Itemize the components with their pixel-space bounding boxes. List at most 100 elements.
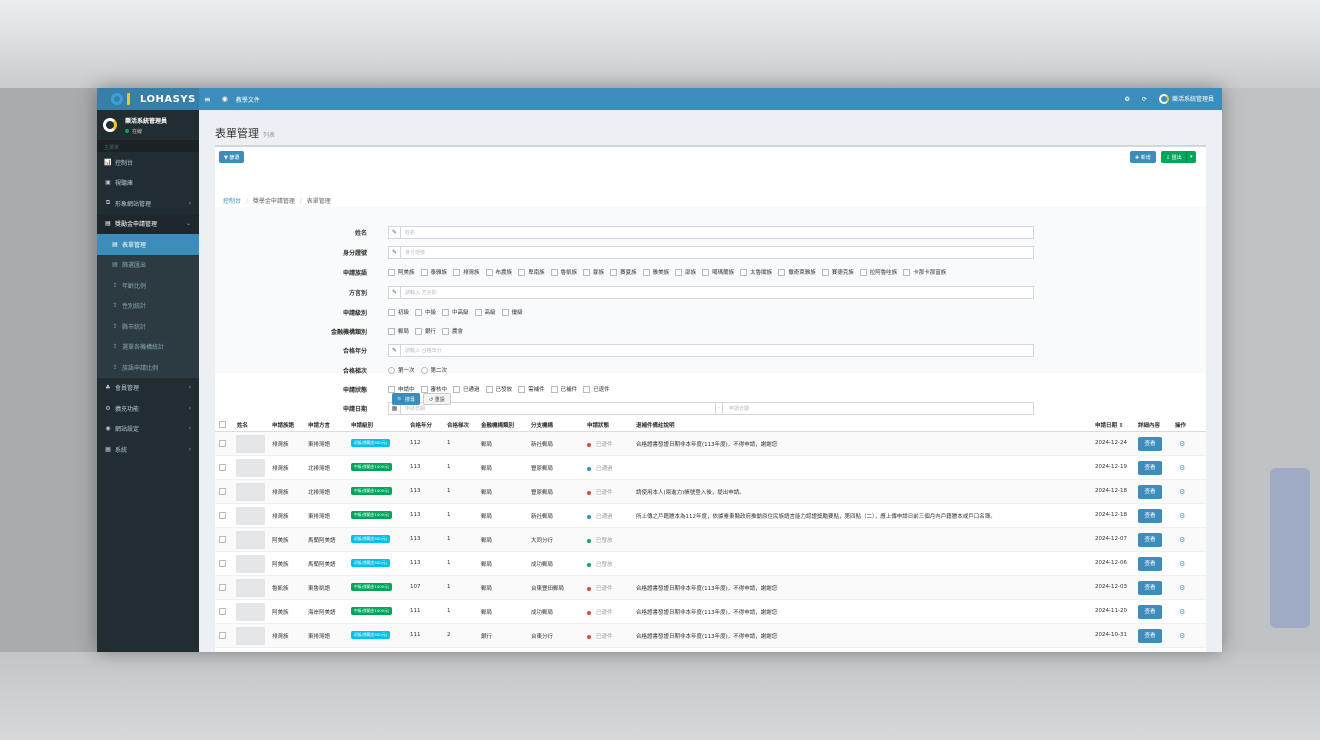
view-button[interactable]: 查看 bbox=[1138, 557, 1162, 571]
tribe-checkbox[interactable]: 布農族 bbox=[485, 268, 512, 276]
hamburger-icon[interactable]: ≡ bbox=[204, 95, 211, 104]
tribe-checkbox[interactable]: 排灣族 bbox=[453, 268, 480, 276]
view-button[interactable]: 查看 bbox=[1138, 461, 1162, 475]
docs-link[interactable]: 教學文件 bbox=[236, 95, 260, 104]
export-dropdown-toggle[interactable]: ▾ bbox=[1186, 151, 1196, 163]
level-checkbox[interactable]: 高級 bbox=[474, 308, 496, 316]
sidebar-item[interactable]: ⇪ 選單各機構統計 bbox=[97, 336, 199, 357]
tribe-checkbox[interactable]: 魯凱族 bbox=[550, 268, 577, 276]
dialect-input[interactable]: ✎ 請輸入 方言別 bbox=[388, 285, 1034, 299]
logo[interactable]: LOHASYS bbox=[97, 88, 199, 110]
gear-icon[interactable]: ⚙ bbox=[1179, 560, 1185, 568]
tribe-checkbox[interactable]: 邵族 bbox=[675, 268, 696, 276]
sidebar-item[interactable]: ⚙ 擴充功能 ‹ bbox=[97, 398, 199, 419]
add-button[interactable]: ✚ 新增 bbox=[1130, 151, 1156, 163]
tribe-checkbox[interactable]: 泰雅族 bbox=[420, 268, 447, 276]
sidebar-item[interactable]: ▣ 視聽庫 bbox=[97, 173, 199, 194]
sidebar-item[interactable]: ▦ 系統 ‹ bbox=[97, 439, 199, 460]
bank-checkbox[interactable]: 農會 bbox=[442, 327, 463, 335]
gear-icon[interactable]: ⚙ bbox=[1179, 632, 1185, 640]
view-button[interactable]: 查看 bbox=[1138, 485, 1162, 499]
tribe-checkbox[interactable]: 賽夏族 bbox=[610, 268, 637, 276]
reset-button[interactable]: ↺ 重設 bbox=[423, 393, 451, 405]
user-menu[interactable]: 樂活系統管理員 bbox=[1158, 94, 1214, 105]
row-checkbox[interactable] bbox=[219, 464, 226, 471]
tribe-checkbox[interactable]: 卡那卡那富族 bbox=[903, 268, 946, 276]
year-input[interactable]: ✎ 請輸入 合格年分 bbox=[388, 343, 1034, 357]
tribe-checkbox[interactable]: 撒奇萊雅族 bbox=[778, 268, 816, 276]
tribe-checkbox[interactable]: 噶瑪蘭族 bbox=[702, 268, 734, 276]
id-input[interactable]: ✎ 身分證號 bbox=[388, 245, 1034, 259]
times-radio[interactable]: 第一次 bbox=[388, 366, 415, 374]
tribe-checkbox[interactable]: 雅美族 bbox=[642, 268, 669, 276]
row-checkbox[interactable] bbox=[219, 632, 226, 639]
tribe-checkbox[interactable]: 阿美族 bbox=[388, 268, 415, 276]
globe-icon[interactable]: ◉ bbox=[222, 95, 228, 103]
row-checkbox[interactable] bbox=[219, 560, 226, 567]
sidebar-item[interactable]: ⇪ 縣市統計 bbox=[97, 316, 199, 337]
sidebar-item[interactable]: ⇪ 年齡比例 bbox=[97, 275, 199, 296]
status-checkbox[interactable]: 需補件 bbox=[518, 385, 545, 393]
breadcrumb-section[interactable]: 獎學金申請管理 bbox=[253, 198, 295, 205]
name-input[interactable]: ✎ 姓名 bbox=[388, 225, 1034, 239]
breadcrumb-home[interactable]: 控制台 bbox=[223, 198, 241, 205]
tribe-checkbox[interactable]: 鄒族 bbox=[583, 268, 604, 276]
row-checkbox[interactable] bbox=[219, 584, 226, 591]
times-radio[interactable]: 第二次 bbox=[420, 366, 447, 374]
select-all-checkbox[interactable] bbox=[219, 421, 226, 428]
sidebar-item[interactable]: ⇪ 族語申請比例 bbox=[97, 357, 199, 378]
view-button[interactable]: 查看 bbox=[1138, 581, 1162, 595]
column-header[interactable]: 申請日期 ⇕ bbox=[1095, 421, 1124, 429]
row-checkbox[interactable] bbox=[219, 488, 226, 495]
sidebar-item[interactable]: ⇪ 性別統計 bbox=[97, 295, 199, 316]
status-checkbox[interactable]: 已發放 bbox=[485, 385, 512, 393]
row-checkbox[interactable] bbox=[219, 512, 226, 519]
tribe-checkbox[interactable]: 卑南族 bbox=[518, 268, 545, 276]
view-button[interactable]: 查看 bbox=[1138, 533, 1162, 547]
view-button[interactable]: 查看 bbox=[1138, 437, 1162, 451]
sidebar-item[interactable]: ▤ 表單管理 bbox=[97, 234, 199, 255]
refresh-icon[interactable]: ⟳ bbox=[1142, 96, 1147, 103]
tribe-checkbox[interactable]: 太魯閣族 bbox=[740, 268, 772, 276]
row-checkbox[interactable] bbox=[219, 440, 226, 447]
status-checkbox[interactable]: 已通過 bbox=[453, 385, 480, 393]
tribe-checkbox[interactable]: 賽德克族 bbox=[821, 268, 854, 276]
status-checkbox[interactable]: 已退件 bbox=[583, 385, 610, 393]
sidebar-item[interactable]: ▤ 獎勵金申請管理 ⌄ bbox=[97, 213, 199, 234]
gear-icon[interactable]: ⚙ bbox=[1179, 536, 1185, 544]
gear-icon[interactable]: ⚙ bbox=[1179, 440, 1185, 448]
help-icon[interactable]: ❂ bbox=[1125, 96, 1130, 103]
gear-icon[interactable]: ⚙ bbox=[1179, 584, 1185, 592]
view-button[interactable]: 查看 bbox=[1138, 509, 1162, 523]
sidebar-item[interactable]: ▤ 篩選匯出 bbox=[97, 254, 199, 275]
sidebar-item[interactable]: ◉ 網站設定 ‹ bbox=[97, 419, 199, 440]
status-checkbox[interactable]: 審核中 bbox=[420, 385, 447, 393]
view-button[interactable]: 查看 bbox=[1138, 605, 1162, 619]
sidebar-item[interactable]: ♣ 會員管理 ‹ bbox=[97, 378, 199, 399]
view-button[interactable]: 查看 bbox=[1138, 629, 1162, 643]
date-start[interactable]: 申請日期 bbox=[405, 405, 425, 412]
export-button[interactable]: ⇩ 匯出 bbox=[1161, 151, 1187, 163]
bank-checkbox[interactable]: 銀行 bbox=[415, 327, 436, 335]
status-checkbox[interactable]: 已補件 bbox=[550, 385, 577, 393]
search-button[interactable]: 🔍 搜尋 bbox=[392, 393, 420, 405]
bank-checkbox[interactable]: 郵局 bbox=[388, 327, 409, 335]
level-checkbox[interactable]: 優級 bbox=[501, 308, 523, 316]
status-checkbox[interactable]: 申請中 bbox=[388, 385, 415, 393]
row-checkbox[interactable] bbox=[219, 536, 226, 543]
sidebar-item[interactable]: 📊 控制台 bbox=[97, 152, 199, 173]
level-checkbox[interactable]: 中高級 bbox=[442, 308, 469, 316]
filter-button[interactable]: ▼ 篩選 bbox=[219, 151, 245, 163]
tribe-checkbox[interactable]: 拉阿魯哇族 bbox=[859, 268, 897, 276]
gear-icon[interactable]: ⚙ bbox=[1179, 464, 1185, 472]
level-badge: 中級(獎勵金1000元) bbox=[351, 463, 393, 471]
row-checkbox[interactable] bbox=[219, 608, 226, 615]
gear-icon[interactable]: ⚙ bbox=[1179, 488, 1185, 496]
date-range-input[interactable]: ▦ 申請日期 - 申請日期 bbox=[388, 401, 1034, 415]
gear-icon[interactable]: ⚙ bbox=[1179, 608, 1185, 616]
gear-icon[interactable]: ⚙ bbox=[1179, 512, 1185, 520]
level-checkbox[interactable]: 初級 bbox=[388, 308, 409, 316]
date-end[interactable]: 申請日期 bbox=[729, 405, 749, 412]
level-checkbox[interactable]: 中級 bbox=[415, 308, 436, 316]
sidebar-item[interactable]: ⧉ 形象網站管理 ‹ bbox=[97, 193, 199, 214]
